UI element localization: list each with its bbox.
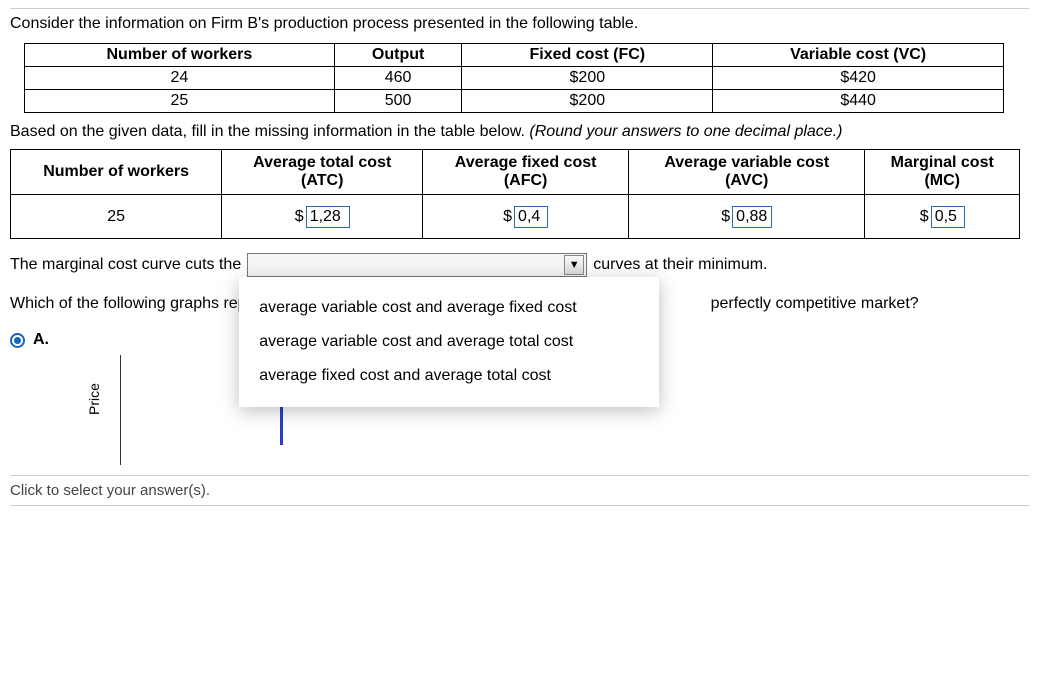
t1-h1: Number of workers: [25, 44, 335, 67]
t1-h2: Output: [334, 44, 462, 67]
instruction-text: Based on the given data, fill in the mis…: [10, 123, 1029, 141]
dropdown-option[interactable]: average variable cost and average fixed …: [255, 291, 643, 325]
t1-h4: Variable cost (VC): [713, 44, 1004, 67]
t2-h1: Number of workers: [11, 150, 222, 195]
table-row: 25 500 $200 $440: [25, 90, 1004, 113]
t2-workers: 25: [11, 195, 222, 239]
mc-input[interactable]: [931, 206, 965, 228]
t1-r1c3: $200: [462, 67, 713, 90]
calc-table: Number of workers Average total cost(ATC…: [10, 149, 1020, 239]
dollar-sign: $: [920, 208, 929, 226]
t2-h4: Average variable cost(AVC): [628, 150, 865, 195]
intro-text: Consider the information on Firm B's pro…: [10, 15, 1029, 33]
mc-cell: $: [865, 195, 1020, 239]
t1-r2c3: $200: [462, 90, 713, 113]
table-row: 24 460 $200 $420: [25, 67, 1004, 90]
avc-cell: $: [628, 195, 865, 239]
sentence1-pre: The marginal cost curve cuts the: [10, 256, 241, 274]
instr-italic: (Round your answers to one decimal place…: [529, 123, 842, 140]
sentence1-post: curves at their minimum.: [593, 256, 767, 274]
t1-h3: Fixed cost (FC): [462, 44, 713, 67]
chevron-down-icon: ▼: [564, 255, 584, 275]
y-axis-label: Price: [86, 383, 102, 415]
t1-r1c1: 24: [25, 67, 335, 90]
t1-r2c4: $440: [713, 90, 1004, 113]
afc-input[interactable]: [514, 206, 548, 228]
dropdown-menu: average variable cost and average fixed …: [239, 277, 659, 407]
sentence2-pre: Which of the following graphs rep: [10, 295, 247, 313]
t2-h3: Average fixed cost(AFC): [423, 150, 629, 195]
atc-input[interactable]: [306, 206, 350, 228]
option-a-radio[interactable]: [10, 333, 25, 348]
t1-r1c2: 460: [334, 67, 462, 90]
t2-h2: Average total cost(ATC): [222, 150, 423, 195]
option-a-label: A.: [33, 331, 49, 349]
sentence2-post: perfectly competitive market?: [711, 295, 919, 313]
t1-r2c2: 500: [334, 90, 462, 113]
dollar-sign: $: [295, 208, 304, 226]
atc-cell: $: [222, 195, 423, 239]
afc-cell: $: [423, 195, 629, 239]
dropdown-option[interactable]: average variable cost and average total …: [255, 325, 643, 359]
production-table: Number of workers Output Fixed cost (FC)…: [24, 43, 1004, 113]
dollar-sign: $: [721, 208, 730, 226]
t1-r1c4: $420: [713, 67, 1004, 90]
t2-h5: Marginal cost(MC): [865, 150, 1020, 195]
table-row: 25 $ $ $ $: [11, 195, 1020, 239]
t1-r2c1: 25: [25, 90, 335, 113]
curves-dropdown[interactable]: ▼: [247, 253, 587, 277]
avc-input[interactable]: [732, 206, 772, 228]
dropdown-option[interactable]: average fixed cost and average total cos…: [255, 359, 643, 393]
instr-pre: Based on the given data, fill in the mis…: [10, 123, 529, 140]
footer-instruction: Click to select your answer(s).: [10, 476, 1029, 503]
y-axis: [120, 355, 121, 465]
dollar-sign: $: [503, 208, 512, 226]
